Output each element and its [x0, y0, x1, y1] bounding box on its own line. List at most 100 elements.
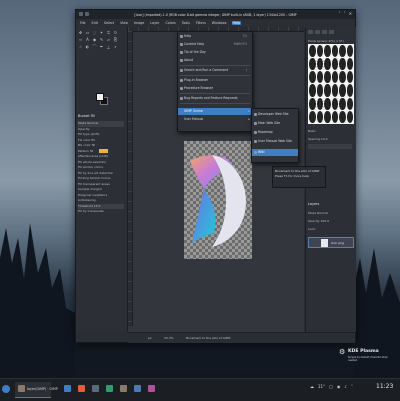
menu-item-bug-reports[interactable]: Bug Reports and Feature Requests	[178, 95, 252, 102]
warp-tool-icon[interactable]: ≈	[78, 37, 83, 42]
brush-item[interactable]	[346, 71, 353, 84]
brush-item[interactable]	[324, 45, 331, 58]
media-player-icon[interactable]	[148, 385, 155, 392]
brush-item[interactable]	[339, 84, 346, 97]
brush-item[interactable]	[316, 84, 323, 97]
window-titlebar[interactable]: [Icon] (imported)-1.0 (RGB color 8-bit g…	[76, 10, 355, 19]
brush-item[interactable]	[316, 110, 323, 123]
crop-tool-icon[interactable]: ⌗	[106, 30, 111, 35]
measure-tool-icon[interactable]: ⟂	[106, 44, 111, 49]
task-gimp[interactable]: layer(GIMP) · GIMP	[15, 382, 58, 398]
unit-selector[interactable]: px	[148, 336, 152, 340]
volume-icon[interactable]: ♪	[344, 384, 347, 389]
option-fill-by[interactable]: Fill by Composite	[78, 209, 124, 215]
brush-item[interactable]	[331, 71, 338, 84]
menu-item-plugin-browser[interactable]: Plug-in Browser	[178, 77, 252, 84]
menu-colors[interactable]: Colors	[164, 21, 176, 25]
dodge-tool-icon[interactable]: ◐	[85, 44, 90, 49]
brush-item[interactable]	[316, 71, 323, 84]
menu-help[interactable]: Help	[231, 21, 242, 25]
pattern-swatch[interactable]	[99, 148, 109, 153]
brush-item[interactable]	[339, 71, 346, 84]
rotate-tool-icon[interactable]: ↻	[113, 30, 118, 35]
brush-item[interactable]	[324, 84, 331, 97]
menu-item-help[interactable]: Help F1	[178, 33, 252, 40]
submenu-item-wiki[interactable]: Wiki	[252, 149, 298, 156]
layer-item[interactable]: Icon png	[308, 237, 354, 248]
brush-item[interactable]	[331, 58, 338, 71]
clone-tool-icon[interactable]: ⎘	[113, 37, 118, 42]
menu-image[interactable]: Image	[133, 21, 145, 25]
weather-icon[interactable]: ☁	[310, 384, 314, 389]
firefox-icon[interactable]	[78, 385, 85, 392]
menu-item-user-manual[interactable]: User Manual ▸	[178, 116, 252, 123]
zoom-selector[interactable]: 33.3%	[164, 336, 174, 340]
paintbrush-tool-icon[interactable]: ✎	[99, 37, 104, 42]
brush-item[interactable]	[339, 97, 346, 110]
brush-grid[interactable]	[308, 44, 354, 124]
clipboard-icon[interactable]: ▢	[329, 384, 333, 389]
foreground-color-swatch[interactable]	[96, 93, 104, 101]
brushes-tab-icon[interactable]	[308, 30, 313, 34]
menu-item-procedure-browser[interactable]: Procedure Browser	[178, 85, 252, 92]
submenu-item-main-site[interactable]: Main Web Site	[252, 120, 298, 127]
weather-temp[interactable]: 11°	[318, 384, 325, 389]
path-tool-icon[interactable]: ⌒	[92, 44, 97, 49]
menu-item-gimp-online[interactable]: GIMP Online ▸	[178, 108, 252, 115]
brush-item[interactable]	[316, 58, 323, 71]
brush-item[interactable]	[331, 110, 338, 123]
clock[interactable]: 11:23	[376, 383, 393, 390]
color-picker-tool-icon[interactable]: ✒	[99, 44, 104, 49]
brush-item[interactable]	[309, 45, 316, 58]
menu-filters[interactable]: Filters	[195, 21, 207, 25]
brush-item[interactable]	[346, 58, 353, 71]
gimp-icon[interactable]	[120, 385, 127, 392]
system-settings-icon[interactable]	[134, 385, 141, 392]
menu-item-tip-of-day[interactable]: Tip of the Day	[178, 49, 252, 56]
brush-item[interactable]	[346, 97, 353, 110]
brush-item[interactable]	[309, 97, 316, 110]
brush-item[interactable]	[324, 110, 331, 123]
fg-bg-color-selector[interactable]	[96, 93, 108, 105]
menu-item-about[interactable]: About	[178, 57, 252, 64]
close-button[interactable]: ✕	[349, 12, 352, 16]
brush-item[interactable]	[324, 71, 331, 84]
brush-item[interactable]	[309, 84, 316, 97]
brush-item[interactable]	[324, 97, 331, 110]
brush-item[interactable]	[309, 71, 316, 84]
app-store-icon[interactable]	[106, 385, 113, 392]
brush-item[interactable]	[339, 110, 346, 123]
submenu-item-roadmap[interactable]: Roadmap	[252, 129, 298, 136]
submenu-item-user-manual-site[interactable]: User Manual Web Site	[252, 138, 298, 145]
menu-layer[interactable]: Layer	[149, 21, 160, 25]
brush-item[interactable]	[331, 45, 338, 58]
menu-file[interactable]: File	[79, 21, 87, 25]
menu-item-search-command[interactable]: Search and Run a Command /	[178, 67, 252, 74]
smudge-tool-icon[interactable]: ☝	[78, 44, 83, 49]
vertical-ruler[interactable]	[128, 31, 133, 326]
brush-item[interactable]	[339, 45, 346, 58]
minimize-button[interactable]: ˅	[339, 12, 341, 16]
fonts-tab-icon[interactable]	[322, 30, 327, 34]
brush-item[interactable]	[339, 58, 346, 71]
brush-item[interactable]	[346, 110, 353, 123]
brush-item[interactable]	[309, 110, 316, 123]
tray-expand-icon[interactable]: ˄	[351, 384, 353, 389]
lasso-tool-icon[interactable]: ◌	[92, 30, 97, 35]
brush-item[interactable]	[324, 58, 331, 71]
bucket-fill-tool-icon[interactable]: ◆	[92, 37, 97, 42]
file-manager-icon[interactable]	[64, 385, 71, 392]
brush-item[interactable]	[331, 97, 338, 110]
brush-item[interactable]	[346, 84, 353, 97]
brush-item[interactable]	[331, 84, 338, 97]
network-icon[interactable]: ◉	[337, 384, 341, 389]
menu-tools[interactable]: Tools	[181, 21, 191, 25]
submenu-item-developer-site[interactable]: Developer Web Site	[252, 111, 298, 118]
menu-select[interactable]: Select	[103, 21, 115, 25]
menu-edit[interactable]: Edit	[91, 21, 99, 25]
maximize-button[interactable]: ˄	[344, 12, 346, 16]
spacing-slider[interactable]	[308, 144, 352, 149]
layer-mode-row[interactable]: Mode Normal	[308, 211, 328, 215]
brush-item[interactable]	[309, 58, 316, 71]
application-launcher-icon[interactable]	[2, 385, 10, 393]
